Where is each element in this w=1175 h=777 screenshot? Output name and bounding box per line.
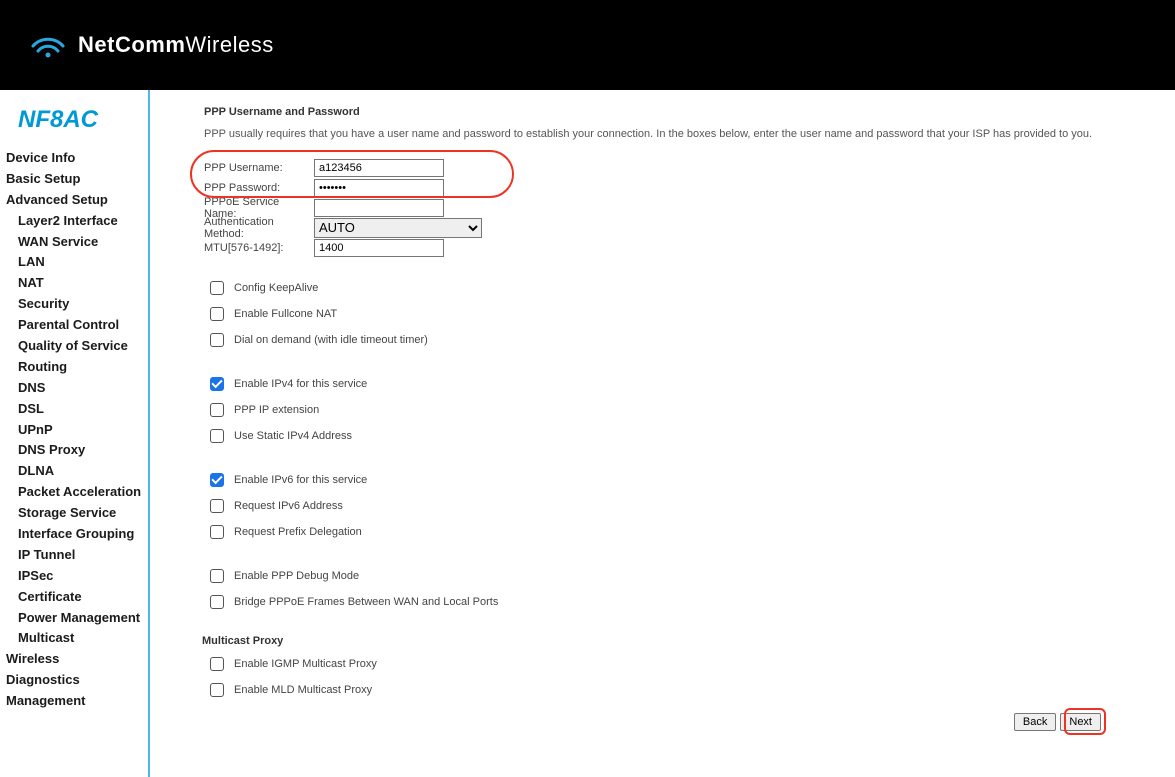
nav-nat[interactable]: NAT [18, 273, 148, 294]
label-password: PPP Password: [204, 182, 314, 194]
nav-lan[interactable]: LAN [18, 252, 148, 273]
lbl-keepalive: Config KeepAlive [234, 282, 318, 294]
auth-method-select[interactable]: AUTO [314, 218, 482, 238]
nav-routing[interactable]: Routing [18, 357, 148, 378]
multicast-section-title: Multicast Proxy [202, 635, 1151, 647]
nav-advanced-setup[interactable]: Advanced Setup [6, 190, 148, 211]
lbl-reqpd: Request Prefix Delegation [234, 526, 362, 538]
chk-debug[interactable] [210, 569, 224, 583]
nav-dns[interactable]: DNS [18, 378, 148, 399]
ppp-username-input[interactable] [314, 159, 444, 177]
label-mtu: MTU[576-1492]: [204, 242, 314, 254]
chk-fullcone[interactable] [210, 307, 224, 321]
lbl-debug: Enable PPP Debug Mode [234, 570, 359, 582]
label-username: PPP Username: [204, 162, 314, 174]
nav-storage-service[interactable]: Storage Service [18, 503, 148, 524]
brand-logo: NetCommWireless [30, 31, 274, 59]
nav-security[interactable]: Security [18, 294, 148, 315]
nav-ipsec[interactable]: IPSec [18, 566, 148, 587]
lbl-mld: Enable MLD Multicast Proxy [234, 684, 372, 696]
nav-dlna[interactable]: DLNA [18, 461, 148, 482]
nav-dns-proxy[interactable]: DNS Proxy [18, 440, 148, 461]
chk-bridge[interactable] [210, 595, 224, 609]
nav-wireless[interactable]: Wireless [6, 649, 148, 670]
brand-name-light: Wireless [185, 32, 273, 58]
lbl-ipv4: Enable IPv4 for this service [234, 378, 367, 390]
chk-ipv4[interactable] [210, 377, 224, 391]
ppp-password-input[interactable] [314, 179, 444, 197]
nav-parental-control[interactable]: Parental Control [18, 315, 148, 336]
nav-qos[interactable]: Quality of Service [18, 336, 148, 357]
lbl-ipv6: Enable IPv6 for this service [234, 474, 367, 486]
chk-keepalive[interactable] [210, 281, 224, 295]
nav-upnp[interactable]: UPnP [18, 420, 148, 441]
nav-dsl[interactable]: DSL [18, 399, 148, 420]
nav-wan-service[interactable]: WAN Service [18, 232, 148, 253]
nav-basic-setup[interactable]: Basic Setup [6, 169, 148, 190]
page-title: PPP Username and Password [204, 106, 1151, 118]
wifi-arc-icon [30, 31, 66, 59]
back-button[interactable]: Back [1014, 713, 1056, 731]
nav-multicast[interactable]: Multicast [18, 628, 148, 649]
chk-dod[interactable] [210, 333, 224, 347]
mtu-input[interactable] [314, 239, 444, 257]
model-label: NF8AC [0, 100, 148, 148]
nav-device-info[interactable]: Device Info [6, 148, 148, 169]
lbl-dod: Dial on demand (with idle timeout timer) [234, 334, 428, 346]
pppoe-service-input[interactable] [314, 199, 444, 217]
chk-mld[interactable] [210, 683, 224, 697]
lbl-fullcone: Enable Fullcone NAT [234, 308, 337, 320]
chk-ipv6[interactable] [210, 473, 224, 487]
chk-igmp[interactable] [210, 657, 224, 671]
nav-power-management[interactable]: Power Management [18, 608, 148, 629]
page-intro: PPP usually requires that you have a use… [204, 128, 1151, 140]
label-auth: Authentication Method: [204, 216, 314, 240]
nav-diagnostics[interactable]: Diagnostics [6, 670, 148, 691]
sidebar: NF8AC Device Info Basic Setup Advanced S… [0, 90, 150, 777]
app-header: NetCommWireless [0, 0, 1175, 90]
lbl-reqv6: Request IPv6 Address [234, 500, 343, 512]
chk-pppip[interactable] [210, 403, 224, 417]
nav-layer2-interface[interactable]: Layer2 Interface [18, 211, 148, 232]
chk-staticv4[interactable] [210, 429, 224, 443]
brand-name-bold: NetComm [78, 32, 185, 58]
lbl-staticv4: Use Static IPv4 Address [234, 430, 352, 442]
lbl-pppip: PPP IP extension [234, 404, 319, 416]
lbl-bridge: Bridge PPPoE Frames Between WAN and Loca… [234, 596, 498, 608]
nav-packet-acceleration[interactable]: Packet Acceleration [18, 482, 148, 503]
chk-reqv6[interactable] [210, 499, 224, 513]
nav-ip-tunnel[interactable]: IP Tunnel [18, 545, 148, 566]
nav-management[interactable]: Management [6, 691, 148, 712]
nav-interface-grouping[interactable]: Interface Grouping [18, 524, 148, 545]
chk-reqpd[interactable] [210, 525, 224, 539]
lbl-igmp: Enable IGMP Multicast Proxy [234, 658, 377, 670]
nav-certificate[interactable]: Certificate [18, 587, 148, 608]
content-area: PPP Username and Password PPP usually re… [150, 90, 1175, 777]
next-button[interactable]: Next [1060, 713, 1101, 731]
